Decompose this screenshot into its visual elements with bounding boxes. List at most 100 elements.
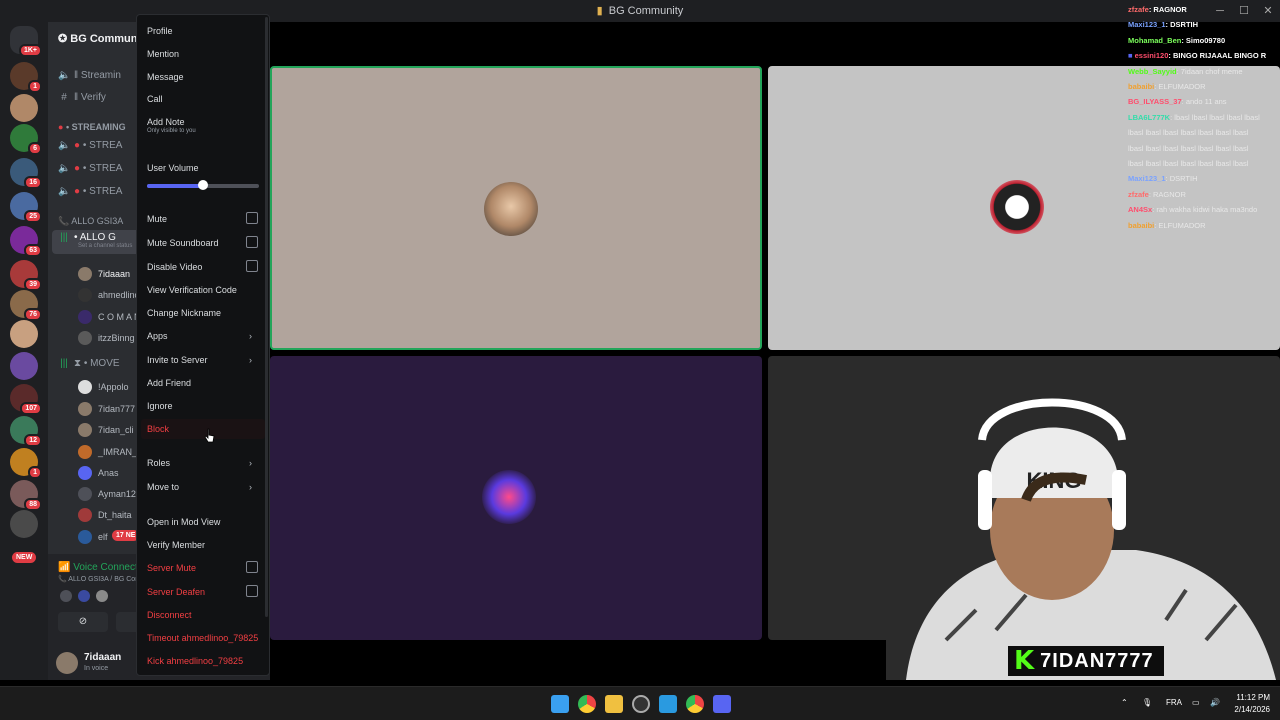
microphone-icon[interactable]: 🎙 [1142, 698, 1152, 707]
voice-user[interactable]: Anas [78, 466, 119, 480]
unread-badge: 39 [24, 278, 42, 291]
avatar [78, 267, 92, 281]
chat-message: babaibi: ELFUMADOR [1128, 82, 1206, 92]
menu-item-timeout[interactable]: Timeout ahmedlinoo_79825 [147, 633, 258, 643]
server-icon[interactable] [10, 320, 38, 348]
menu-item-kick[interactable]: Kick ahmedlinoo_79825 [147, 656, 243, 666]
voice-user[interactable]: C O M A N [78, 310, 141, 324]
menu-scrollbar[interactable] [265, 17, 268, 617]
server-icon[interactable]: 39 [10, 260, 42, 291]
discord-icon[interactable] [713, 695, 731, 713]
telegram-icon[interactable] [659, 695, 677, 713]
channel-item[interactable]: 🔈 ● • STREA [58, 186, 122, 197]
server-icon[interactable]: 25 [10, 192, 42, 223]
voice-user[interactable]: !Appolo [78, 380, 129, 394]
menu-item-mention[interactable]: Mention [147, 49, 179, 59]
server-icon[interactable]: 12 [10, 416, 42, 447]
menu-item-move-to[interactable]: Move to [147, 482, 179, 492]
menu-item-mute-soundboard[interactable]: Mute Soundboard [147, 238, 219, 248]
voice-user[interactable]: 7idan777 [78, 402, 135, 416]
channel-item[interactable]: ||| ⧗ • MOVE [58, 358, 119, 369]
monitor-icon[interactable]: ▭ [1192, 698, 1200, 707]
menu-item-invite[interactable]: Invite to Server [147, 355, 208, 365]
menu-item-call[interactable]: Call [147, 94, 163, 104]
server-icon[interactable]: 63 [10, 226, 42, 257]
user-status: In voice [84, 665, 109, 672]
chat-message: Maxi123_1: DSRTIH [1128, 20, 1199, 30]
avatar[interactable] [56, 652, 78, 674]
volume-knob[interactable] [198, 180, 208, 190]
server-icon[interactable]: 1 [10, 62, 42, 93]
server-deafen-checkbox[interactable] [246, 585, 258, 597]
channel-item[interactable]: 🔈 ● • STREA [58, 163, 122, 174]
channel-item[interactable]: 🔈 ● • STREA [58, 140, 122, 151]
home-button[interactable]: 1K+ [10, 26, 42, 57]
webcam-overlay: KING [886, 380, 1280, 680]
voice-user[interactable]: elf [78, 530, 108, 544]
channel-item[interactable]: 🔈 ‖ Streamin [58, 70, 121, 81]
server-icon[interactable]: 16 [10, 158, 42, 189]
menu-item-block[interactable]: Block [147, 424, 169, 434]
taskbar-clock[interactable]: 11:12 PM 2/14/2026 [1234, 692, 1270, 716]
menu-item-view-verification[interactable]: View Verification Code [147, 285, 237, 295]
chevron-up-icon[interactable]: ⌃ [1121, 698, 1128, 707]
mute-soundboard-checkbox[interactable] [246, 236, 258, 248]
menu-item-message[interactable]: Message [147, 72, 184, 82]
mute-checkbox[interactable] [246, 212, 258, 224]
server-icon[interactable]: 107 [10, 384, 42, 415]
menu-item-mute[interactable]: Mute [147, 214, 167, 224]
disable-video-checkbox[interactable] [246, 260, 258, 272]
server-icon[interactable] [10, 94, 38, 122]
menu-item-open-mod-view[interactable]: Open in Mod View [147, 517, 220, 527]
server-rail: 1K+ 1 6 16 25 63 39 76 107 12 1 88 NEW [0, 22, 48, 680]
menu-item-server-deafen[interactable]: Server Deafen [147, 587, 205, 597]
category-allo[interactable]: 📞 ALLO GSI3A [58, 216, 123, 227]
unread-badge: 25 [24, 210, 42, 223]
obs-icon[interactable] [632, 695, 650, 713]
chevron-right-icon: › [249, 458, 252, 468]
participant-tile[interactable] [270, 356, 762, 640]
unread-badge: 76 [24, 308, 42, 321]
voice-user[interactable]: _IMRAN_ [78, 445, 137, 459]
chrome-icon[interactable] [686, 695, 704, 713]
voice-user[interactable]: Dt_haita [78, 508, 132, 522]
category-streaming[interactable]: ● • STREAMING [58, 122, 126, 132]
voice-user[interactable]: itzzBinng [78, 331, 135, 345]
user-volume-slider[interactable] [147, 180, 259, 190]
folder-icon[interactable] [605, 695, 623, 713]
server-icon[interactable] [10, 510, 38, 538]
menu-item-change-nickname[interactable]: Change Nickname [147, 308, 221, 318]
menu-item-add-friend[interactable]: Add Friend [147, 378, 191, 388]
unread-badge: 16 [24, 176, 42, 189]
voice-user[interactable]: 7idaaan [78, 267, 130, 281]
server-icon[interactable]: 88 [10, 480, 42, 511]
menu-item-server-mute[interactable]: Server Mute [147, 563, 196, 573]
server-icon[interactable]: 1 [10, 448, 42, 479]
menu-item-apps[interactable]: Apps [147, 331, 168, 341]
menu-item-disconnect[interactable]: Disconnect [147, 610, 192, 620]
avatar [60, 590, 72, 602]
menu-item-roles[interactable]: Roles [147, 458, 170, 468]
menu-item-add-note[interactable]: Add Note Only visible to you [147, 117, 196, 134]
start-icon[interactable] [551, 695, 569, 713]
voice-location[interactable]: 📞 ALLO GSI3A / BG Com [58, 575, 141, 583]
channel-item[interactable]: # ‖ Verify [58, 92, 106, 103]
chrome-icon[interactable] [578, 695, 596, 713]
speaker-icon: 🔈 [58, 163, 71, 174]
voice-user[interactable]: ahmedlinoo [78, 288, 145, 302]
menu-item-ignore[interactable]: Ignore [147, 401, 173, 411]
camera-off-button[interactable]: ⊘ [58, 612, 108, 632]
server-icon[interactable]: 6 [10, 124, 42, 155]
server-icon[interactable] [10, 352, 38, 380]
menu-item-disable-video[interactable]: Disable Video [147, 262, 202, 272]
voice-user[interactable]: 7idan_cli [78, 423, 134, 437]
voice-user[interactable]: Ayman12 [78, 487, 136, 501]
menu-item-profile[interactable]: Profile [147, 26, 173, 36]
language-indicator[interactable]: FRA [1166, 698, 1182, 707]
participant-tile-speaking[interactable] [270, 66, 762, 350]
volume-icon[interactable]: 🔊 [1210, 698, 1220, 707]
server-icon[interactable]: 76 [10, 290, 42, 321]
clock-date: 2/14/2026 [1234, 705, 1270, 714]
server-mute-checkbox[interactable] [246, 561, 258, 573]
menu-item-verify-member[interactable]: Verify Member [147, 540, 205, 550]
